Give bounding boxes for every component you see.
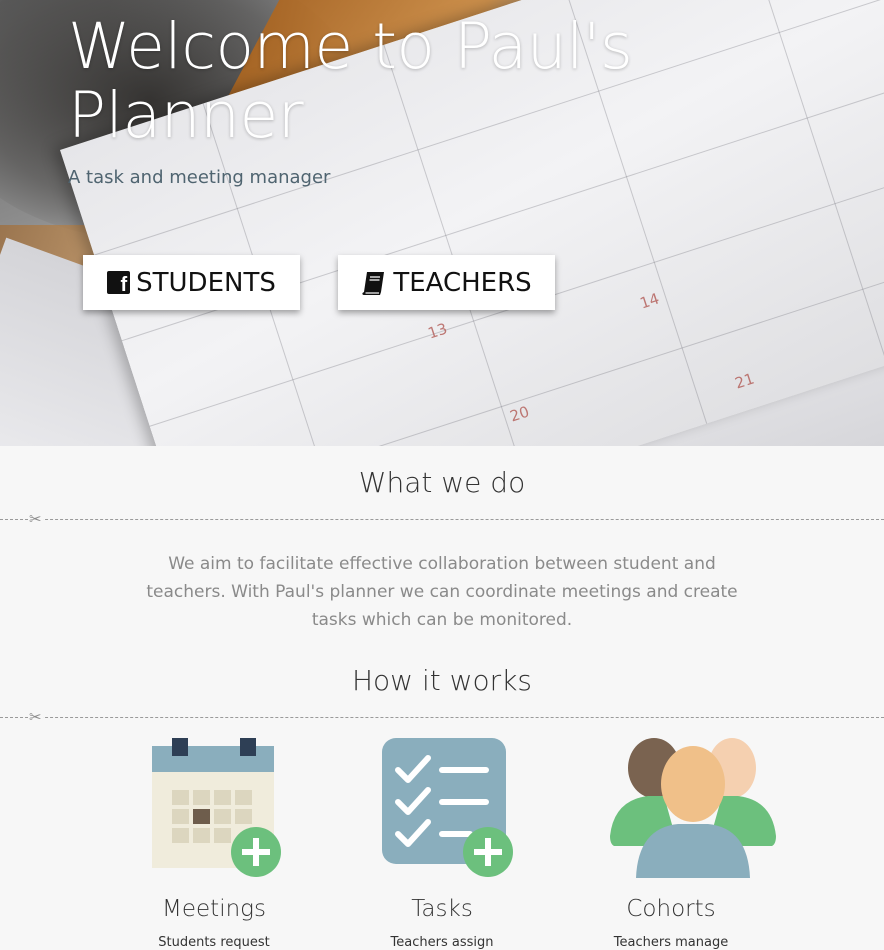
- group-icon: [610, 738, 776, 878]
- hero-banner: 13 14 20 21 Welcome to Paul's Planner A …: [0, 0, 884, 446]
- calendar-add-icon: [152, 738, 281, 877]
- feature-desc-meetings: Students request: [158, 935, 270, 950]
- section-divider: [0, 519, 884, 520]
- facebook-icon: f: [107, 271, 131, 295]
- feature-desc-tasks: Teachers assign: [390, 935, 494, 950]
- teachers-button[interactable]: TEACHERS: [338, 255, 555, 310]
- teachers-button-label: TEACHERS: [393, 267, 532, 298]
- scissors-icon: ✂: [28, 510, 43, 528]
- feature-title-tasks: Tasks: [411, 896, 473, 922]
- what-we-do-heading: What we do: [358, 466, 526, 499]
- about-text: We aim to facilitate effective collabora…: [146, 554, 738, 630]
- scissors-icon: ✂: [28, 708, 43, 726]
- feature-title-meetings: Meetings: [162, 896, 266, 922]
- section-divider: [0, 717, 884, 718]
- checklist-add-icon: [382, 738, 513, 877]
- how-it-works-heading: How it works: [352, 664, 532, 697]
- feature-desc-cohorts: Teachers manage: [613, 935, 729, 950]
- page-subtitle: A task and meeting manager: [68, 167, 331, 188]
- feature-title-cohorts: Cohorts: [626, 896, 716, 922]
- students-button[interactable]: f STUDENTS: [83, 255, 300, 310]
- students-button-label: STUDENTS: [136, 267, 276, 298]
- page-title: Welcome to Paul's Planner: [68, 10, 633, 152]
- book-icon: [362, 271, 385, 295]
